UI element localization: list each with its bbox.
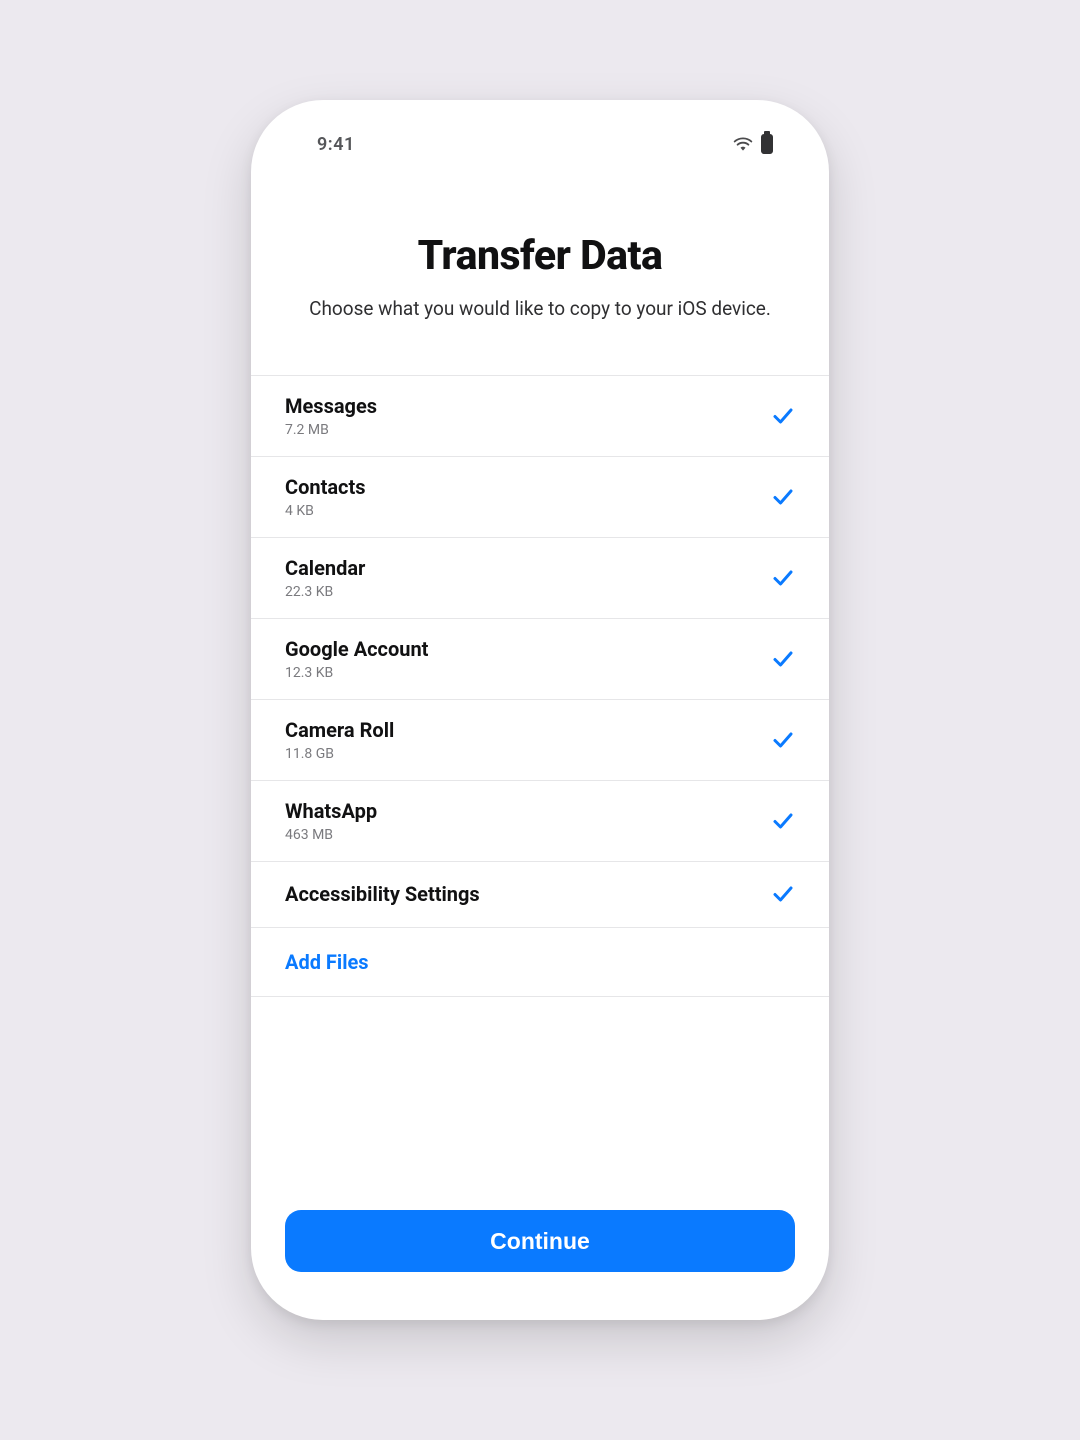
- list-item-size: 12.3 KB: [285, 665, 771, 681]
- list-item-text: Camera Roll 11.8 GB: [285, 718, 771, 762]
- list-item-text: Messages 7.2 MB: [285, 394, 771, 438]
- battery-icon: [761, 134, 773, 154]
- list-item-title: Accessibility Settings: [285, 882, 771, 906]
- check-icon: [771, 647, 795, 671]
- phone-frame: 9:41 Transfer Data Choose what you would…: [251, 100, 829, 1320]
- list-item-text: Contacts 4 KB: [285, 475, 771, 519]
- list-item-accessibility[interactable]: Accessibility Settings: [251, 862, 829, 928]
- add-files-row[interactable]: Add Files: [251, 928, 829, 997]
- list-item-size: 463 MB: [285, 827, 771, 843]
- page-title: Transfer Data: [285, 232, 795, 280]
- list-item-contacts[interactable]: Contacts 4 KB: [251, 457, 829, 538]
- check-icon: [771, 882, 795, 906]
- list-item-title: Calendar: [285, 556, 771, 580]
- list-item-text: WhatsApp 463 MB: [285, 799, 771, 843]
- stage: 9:41 Transfer Data Choose what you would…: [0, 0, 1080, 1440]
- check-icon: [771, 485, 795, 509]
- add-files-label: Add Files: [285, 950, 369, 974]
- list-item-size: 11.8 GB: [285, 746, 771, 762]
- check-icon: [771, 566, 795, 590]
- footer: Continue: [251, 1184, 829, 1320]
- status-time: 9:41: [317, 134, 355, 155]
- check-icon: [771, 809, 795, 833]
- wifi-icon: [733, 136, 753, 152]
- list-item-title: Messages: [285, 394, 771, 418]
- page-subtitle: Choose what you would like to copy to yo…: [285, 296, 795, 323]
- list-item-size: 7.2 MB: [285, 422, 771, 438]
- list-item-calendar[interactable]: Calendar 22.3 KB: [251, 538, 829, 619]
- list-item-messages[interactable]: Messages 7.2 MB: [251, 376, 829, 457]
- list-item-size: 22.3 KB: [285, 584, 771, 600]
- list-item-text: Accessibility Settings: [285, 882, 771, 906]
- list-item-title: Camera Roll: [285, 718, 771, 742]
- header: Transfer Data Choose what you would like…: [251, 170, 829, 357]
- continue-button[interactable]: Continue: [285, 1210, 795, 1272]
- list-item-text: Calendar 22.3 KB: [285, 556, 771, 600]
- list-item-size: 4 KB: [285, 503, 771, 519]
- check-icon: [771, 728, 795, 752]
- transfer-list: Messages 7.2 MB Contacts 4 KB Calend: [251, 375, 829, 997]
- list-item-text: Google Account 12.3 KB: [285, 637, 771, 681]
- list-item-title: Contacts: [285, 475, 771, 499]
- list-item-whatsapp[interactable]: WhatsApp 463 MB: [251, 781, 829, 862]
- list-item-title: Google Account: [285, 637, 771, 661]
- check-icon: [771, 404, 795, 428]
- status-bar: 9:41: [251, 100, 829, 170]
- list-item-camera-roll[interactable]: Camera Roll 11.8 GB: [251, 700, 829, 781]
- status-icons: [733, 134, 773, 154]
- list-item-title: WhatsApp: [285, 799, 771, 823]
- list-item-google-account[interactable]: Google Account 12.3 KB: [251, 619, 829, 700]
